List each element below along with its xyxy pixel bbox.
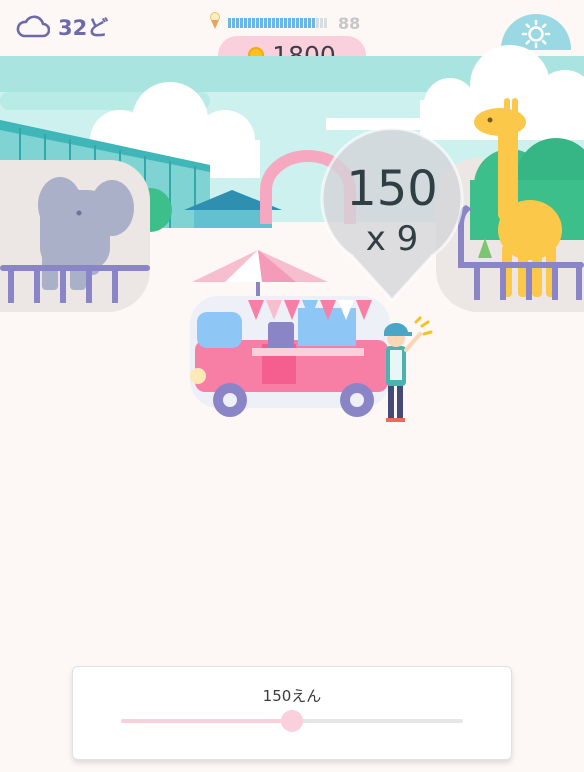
ground	[0, 222, 584, 460]
elephant-enclosure	[0, 160, 150, 312]
energy-bar	[228, 18, 328, 28]
ice-cream-icon	[208, 12, 222, 34]
fence-left	[0, 265, 150, 303]
sun-icon	[521, 19, 551, 53]
coin-balance: 1800	[218, 36, 366, 74]
price-slider[interactable]	[121, 710, 463, 732]
price-multiplier: x 9	[365, 219, 419, 259]
price-slider-fill	[121, 719, 292, 723]
price-value: 150	[346, 161, 438, 217]
temperature-label: 32ど	[58, 16, 109, 40]
giraffe	[474, 98, 562, 297]
hut	[184, 190, 282, 228]
energy-value: 88	[338, 13, 361, 33]
energy-bar-fill	[228, 18, 316, 28]
fence-right	[457, 205, 584, 300]
price-label: 150えん	[262, 687, 322, 705]
weather-button[interactable]	[501, 14, 571, 84]
cloud-left	[90, 82, 260, 178]
vendor	[383, 316, 433, 422]
energy-meter: 88	[208, 12, 360, 34]
sky	[0, 56, 584, 236]
coin-icon	[248, 47, 265, 63]
cloud-right	[420, 45, 584, 140]
weather-indicator: 32ど	[16, 12, 108, 42]
cloud-icon	[16, 15, 50, 39]
price-bubble: 150 x 9	[322, 133, 462, 301]
elephant	[38, 177, 134, 290]
price-slider-thumb[interactable]	[281, 710, 303, 732]
greenhouse	[0, 120, 210, 248]
coin-count: 1800	[272, 40, 336, 70]
price-panel: 150えん	[72, 666, 512, 760]
